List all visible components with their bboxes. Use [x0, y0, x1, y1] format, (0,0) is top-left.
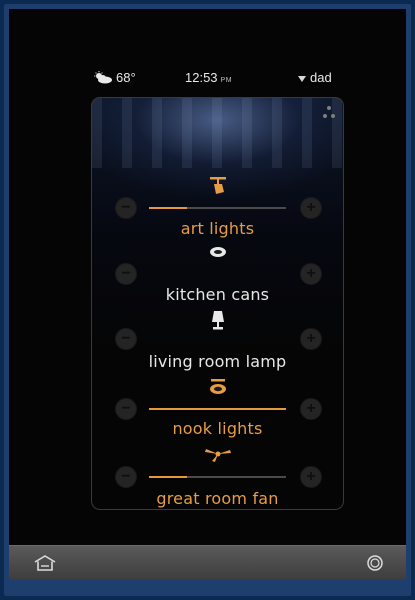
device-row-great-room-fan: − + great room fan — [92, 446, 343, 508]
recessed-can-icon[interactable] — [208, 245, 228, 259]
weather: 68° — [93, 70, 136, 85]
device-label[interactable]: art lights — [92, 219, 343, 238]
caret-down-icon — [298, 75, 306, 82]
decrease-button[interactable]: − — [115, 197, 137, 219]
clock: 12:53 PM — [185, 70, 232, 85]
table-lamp-icon[interactable] — [209, 310, 227, 332]
device-label[interactable]: nook lights — [92, 419, 343, 438]
level-slider[interactable] — [149, 476, 286, 478]
settings-ring-icon[interactable] — [366, 554, 384, 572]
ampm: PM — [220, 77, 233, 84]
ceiling-fan-icon[interactable] — [203, 447, 233, 463]
partly-cloudy-icon — [94, 71, 112, 84]
taskbar — [9, 545, 406, 580]
increase-button[interactable]: + — [300, 466, 322, 488]
pendant-light-icon[interactable] — [208, 378, 228, 396]
decrease-button[interactable]: − — [115, 398, 137, 420]
increase-button[interactable]: + — [300, 398, 322, 420]
menu-dots-icon[interactable] — [323, 106, 335, 118]
device-label[interactable]: living room lamp — [92, 352, 343, 371]
device-label[interactable]: great room fan — [92, 489, 343, 508]
lights-panel: − + art lights − + kitchen cans − + livi… — [91, 97, 344, 510]
increase-button[interactable]: + — [300, 328, 322, 350]
temperature: 68° — [116, 70, 136, 85]
level-fill — [149, 476, 188, 478]
increase-button[interactable]: + — [300, 197, 322, 219]
track-spotlight-icon[interactable] — [207, 176, 229, 198]
increase-button[interactable]: + — [300, 263, 322, 285]
screen: 68° 12:53 PM dad − + art lights − + kitc… — [9, 9, 406, 579]
home-icon[interactable] — [33, 554, 57, 572]
level-slider[interactable] — [149, 408, 286, 410]
level-slider[interactable] — [149, 207, 286, 209]
device-row-kitchen-cans: − + kitchen cans — [92, 243, 343, 304]
device-label[interactable]: kitchen cans — [92, 285, 343, 304]
light-beams — [92, 98, 343, 168]
time: 12:53 — [185, 70, 218, 85]
device-row-living-room-lamp: − + living room lamp — [92, 310, 343, 371]
decrease-button[interactable]: − — [115, 466, 137, 488]
level-fill — [149, 408, 286, 410]
user-selector[interactable]: dad — [298, 70, 332, 85]
device-row-nook-lights: − + nook lights — [92, 378, 343, 438]
decrease-button[interactable]: − — [115, 263, 137, 285]
level-fill — [149, 207, 188, 209]
decrease-button[interactable]: − — [115, 328, 137, 350]
device-row-art-lights: − + art lights — [92, 170, 343, 240]
status-bar: 68° 12:53 PM dad — [9, 70, 406, 88]
user-name: dad — [310, 70, 332, 85]
